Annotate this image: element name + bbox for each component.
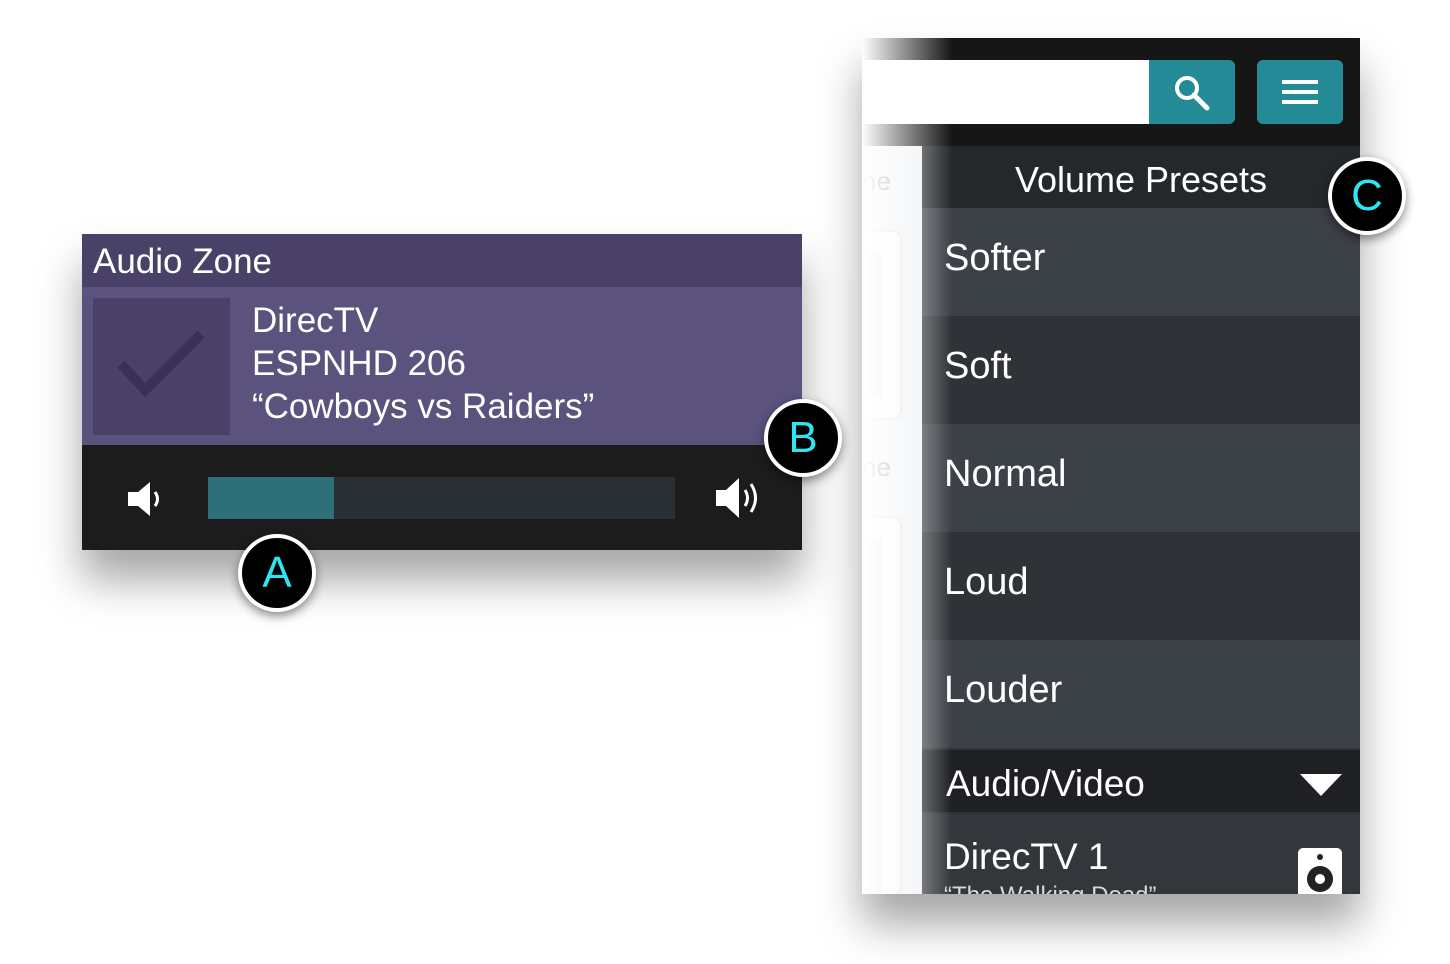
dropdown-arrow-icon bbox=[1300, 774, 1342, 796]
volume-presets-title: Volume Presets bbox=[922, 146, 1360, 208]
background-zone-card bbox=[862, 232, 900, 418]
program-title: “Cowboys vs Raiders” bbox=[252, 387, 595, 426]
search-button[interactable] bbox=[1149, 60, 1235, 124]
av-item-subtitle: “The Walking Dead” bbox=[944, 882, 1157, 894]
volume-presets-menu: Volume Presets Softer Soft Normal Loud L… bbox=[922, 146, 1360, 894]
av-item-title: DirecTV 1 bbox=[944, 836, 1109, 877]
callout-c: C bbox=[1328, 157, 1406, 235]
preset-soft[interactable]: Soft bbox=[922, 316, 1360, 424]
audio-zone-title: Audio Zone bbox=[82, 234, 802, 287]
audio-video-title: Audio/Video bbox=[946, 763, 1145, 804]
audio-video-section-header[interactable]: Audio/Video bbox=[922, 750, 1360, 812]
preset-loud[interactable]: Loud bbox=[922, 532, 1360, 640]
background-zone-label: ne bbox=[862, 166, 891, 196]
phone-panel: ne ne Volume Presets Softer Soft Normal … bbox=[862, 38, 1360, 894]
search-icon bbox=[1175, 76, 1210, 111]
volume-slider-fill bbox=[208, 477, 335, 519]
list-item[interactable]: DirecTV 1 “The Walking Dead” bbox=[922, 814, 1360, 894]
preset-softer[interactable]: Softer bbox=[922, 208, 1360, 316]
callout-a: A bbox=[238, 534, 316, 612]
volume-up-icon[interactable] bbox=[714, 475, 764, 521]
preset-louder[interactable]: Louder bbox=[922, 640, 1360, 748]
preset-normal[interactable]: Normal bbox=[922, 424, 1360, 532]
callout-b: B bbox=[764, 399, 842, 477]
background-zone-list: ne ne bbox=[862, 146, 922, 894]
top-bar bbox=[862, 38, 1360, 146]
source-name: DirecTV bbox=[252, 301, 379, 340]
checkmark-icon bbox=[117, 330, 205, 398]
background-zone-card bbox=[862, 518, 900, 894]
volume-down-icon[interactable] bbox=[126, 479, 166, 519]
zone-select-checkbox[interactable] bbox=[93, 298, 230, 435]
audio-zone-card: Audio Zone DirecTV ESPNHD 206 “Cowboys v… bbox=[82, 234, 802, 550]
hamburger-menu-icon bbox=[1282, 80, 1318, 104]
channel-name: ESPNHD 206 bbox=[252, 344, 466, 383]
now-playing[interactable]: DirecTV ESPNHD 206 “Cowboys vs Raiders” bbox=[82, 287, 802, 445]
menu-button[interactable] bbox=[1257, 60, 1343, 124]
now-playing-info: DirecTV ESPNHD 206 “Cowboys vs Raiders” bbox=[252, 299, 594, 428]
speaker-icon bbox=[1298, 848, 1342, 894]
volume-controls bbox=[82, 445, 802, 550]
search-input[interactable] bbox=[862, 60, 1152, 124]
volume-slider[interactable] bbox=[208, 477, 675, 519]
background-zone-label: ne bbox=[862, 452, 891, 482]
